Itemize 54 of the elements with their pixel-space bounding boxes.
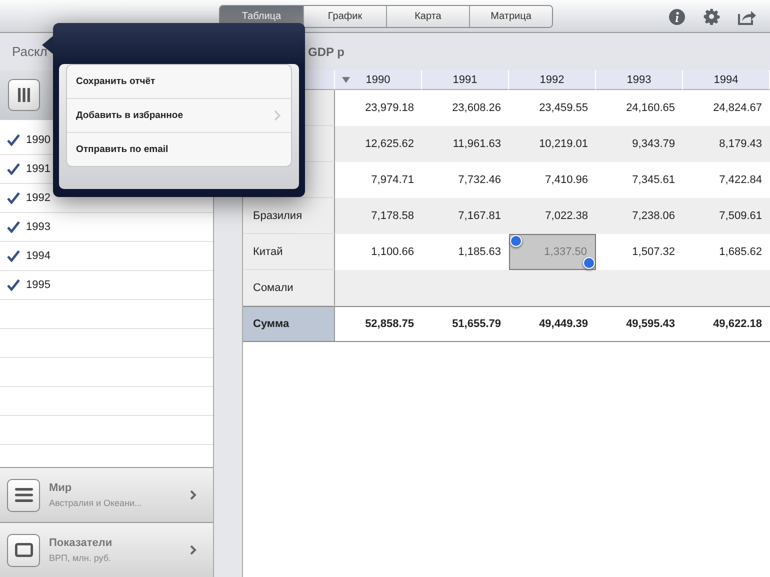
- table-cell[interactable]: 7,167.81: [422, 198, 509, 234]
- selection-handle[interactable]: [510, 235, 522, 247]
- table-cell[interactable]: 49,595.43: [596, 306, 683, 342]
- table-cell[interactable]: 52,858.75: [335, 306, 422, 342]
- column-header[interactable]: 1990: [335, 70, 422, 90]
- panel-title: Мир: [49, 482, 73, 494]
- table-cell[interactable]: 7,178.58: [335, 198, 422, 234]
- panel-title: Показатели: [49, 537, 114, 549]
- selection-handle[interactable]: [583, 257, 595, 269]
- table-cell[interactable]: 11,961.63: [422, 126, 509, 162]
- year-list-item[interactable]: 1993: [0, 213, 214, 242]
- menu-item[interactable]: Отправить по email: [67, 133, 291, 166]
- table-cell[interactable]: 12,625.62: [335, 126, 422, 162]
- table-cell[interactable]: 49,449.39: [509, 306, 596, 342]
- column-header[interactable]: 1993: [596, 70, 683, 90]
- year-list-item[interactable]: 1995: [0, 271, 214, 300]
- row-header: Китай: [243, 234, 335, 270]
- menu-icon: [14, 488, 32, 502]
- rectangle-icon: [14, 543, 32, 557]
- view-tab[interactable]: Карта: [386, 6, 469, 27]
- panel-button[interactable]: [7, 534, 40, 566]
- table-cell[interactable]: 9,343.79: [596, 126, 683, 162]
- panel-title: Раскл: [11, 44, 48, 59]
- table-cell[interactable]: 10,219.01: [509, 126, 596, 162]
- table-cell[interactable]: 8,179.43: [683, 126, 770, 162]
- row-header: Бразилия: [243, 198, 335, 234]
- settings-icon[interactable]: [703, 8, 720, 25]
- info-icon[interactable]: [669, 8, 685, 24]
- table-cell[interactable]: 7,509.61: [683, 198, 770, 234]
- table-cell[interactable]: 49,622.18: [683, 306, 770, 342]
- dimension-panel[interactable]: Мир Австралия и Океани...: [0, 467, 214, 522]
- column-header[interactable]: 1994: [683, 70, 770, 90]
- chevron-icon: [190, 490, 198, 500]
- row-header: Сумма: [243, 306, 335, 342]
- panel-subtitle: Австралия и Океани...: [49, 498, 144, 508]
- columns-button[interactable]: [8, 79, 40, 111]
- year-list-item[interactable]: 1994: [0, 242, 214, 271]
- columns-icon: [17, 87, 31, 103]
- row-header: Сомали: [243, 270, 335, 306]
- table-cell[interactable]: 51,655.79: [422, 306, 509, 342]
- table-title: GDP р: [307, 44, 344, 58]
- column-header[interactable]: 1991: [422, 70, 509, 90]
- panel-button[interactable]: [7, 478, 40, 512]
- panel-subtitle: ВРП, млн. руб.: [49, 553, 112, 563]
- table-cell[interactable]: 7,022.38: [509, 198, 596, 234]
- share-icon[interactable]: [738, 8, 756, 24]
- chevron-icon: [190, 545, 198, 555]
- menu-item[interactable]: Сохранить отчёт: [67, 65, 291, 99]
- view-tab[interactable]: Матрица: [469, 6, 552, 27]
- view-tab[interactable]: График: [303, 6, 386, 27]
- table-cell[interactable]: 7,238.06: [596, 198, 683, 234]
- dimension-panel[interactable]: Показатели ВРП, млн. руб.: [0, 522, 214, 577]
- column-header[interactable]: 1992: [509, 70, 596, 90]
- menu-item[interactable]: Добавить в избранное: [67, 99, 291, 133]
